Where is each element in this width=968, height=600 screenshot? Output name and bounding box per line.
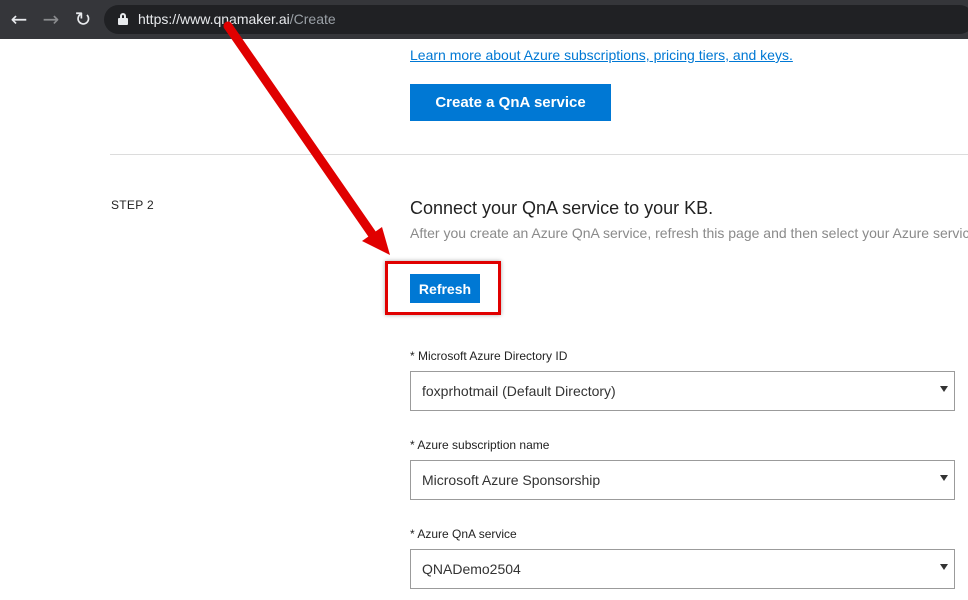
browser-toolbar: ← → ↻ https://www.qnamaker.ai/Create	[0, 0, 968, 39]
arrow-left-icon[interactable]: ←	[8, 8, 30, 30]
arrow-right-icon[interactable]: →	[40, 8, 62, 30]
url-path: /Create	[289, 11, 336, 27]
learn-more-link[interactable]: Learn more about Azure subscriptions, pr…	[410, 47, 793, 63]
subscription-value: Microsoft Azure Sponsorship	[422, 472, 601, 488]
directory-id-value: foxprhotmail (Default Directory)	[422, 383, 616, 399]
qna-service-value: QNADemo2504	[422, 561, 521, 577]
section-divider	[110, 154, 968, 155]
directory-id-select[interactable]: foxprhotmail (Default Directory)	[410, 371, 955, 411]
qna-service-select[interactable]: QNADemo2504	[410, 549, 955, 589]
reload-icon[interactable]: ↻	[72, 8, 94, 30]
caret-down-icon	[940, 475, 948, 481]
url-text[interactable]: https://www.qnamaker.ai/Create	[138, 11, 336, 28]
create-qna-service-button[interactable]: Create a QnA service	[410, 84, 611, 121]
caret-down-icon	[940, 386, 948, 392]
refresh-button[interactable]: Refresh	[410, 274, 480, 303]
section-title: Connect your QnA service to your KB.	[410, 198, 714, 218]
section-description: After you create an Azure QnA service, r…	[410, 225, 968, 241]
arrow-head	[362, 227, 390, 255]
subscription-select[interactable]: Microsoft Azure Sponsorship	[410, 460, 955, 500]
step-label: STEP 2	[111, 198, 154, 212]
arrow-shaft	[223, 21, 377, 239]
qna-service-label: * Azure QnA service	[410, 527, 517, 541]
lock-icon	[118, 13, 128, 25]
address-bar[interactable]: https://www.qnamaker.ai/Create	[104, 5, 968, 34]
directory-id-label: * Microsoft Azure Directory ID	[410, 349, 568, 363]
url-host: https://www.qnamaker.ai	[138, 11, 290, 27]
subscription-label: * Azure subscription name	[410, 438, 550, 452]
caret-down-icon	[940, 564, 948, 570]
